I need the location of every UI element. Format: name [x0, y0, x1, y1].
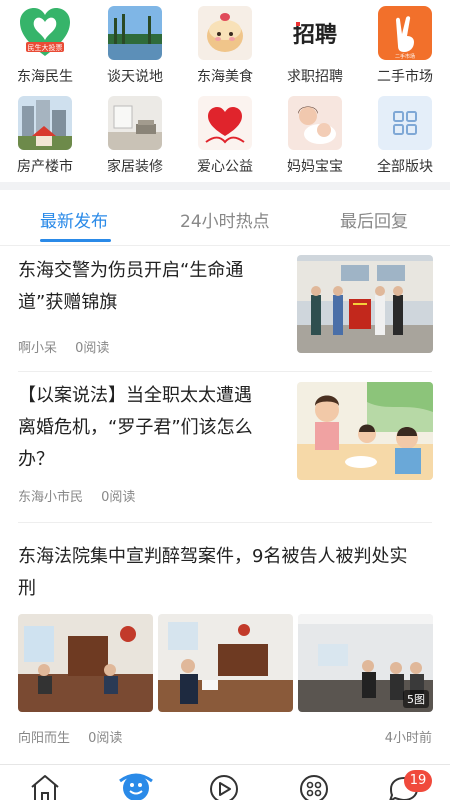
image-count-badge: 5图: [403, 690, 429, 708]
post-thumbnail: [297, 382, 433, 480]
category-grid: 民生大投票 东海民生 谈天说地 东海美食 招聘 求职招聘 二手市场 二手市场 房…: [0, 0, 450, 182]
post-reads: 0阅读: [75, 341, 110, 356]
tab-24h-hot[interactable]: 24小时热点: [180, 207, 270, 232]
post-author: 啊小呆: [18, 341, 58, 356]
nav-community-button[interactable]: [114, 771, 158, 800]
heart-charity-icon: [198, 96, 252, 150]
post-meta: 东海小市民 0阅读: [18, 486, 149, 505]
cake-photo-icon: [198, 6, 252, 60]
category-mama[interactable]: 妈妈宝宝: [270, 92, 360, 178]
nav-home-button[interactable]: [23, 771, 67, 800]
community-icon: [119, 773, 153, 800]
category-label: 房产楼市: [17, 159, 73, 175]
post-image: [18, 614, 153, 712]
post-image: [158, 614, 293, 712]
svg-text:二手市场: 二手市场: [395, 53, 415, 60]
category-label: 二手市场: [377, 69, 433, 85]
post-meta: 啊小呆 0阅读: [18, 337, 123, 356]
post-title: 【以案说法】当全职太太遭遇 离婚危机，“罗子君”们该怎么 办？: [18, 385, 253, 470]
video-icon: [210, 775, 238, 800]
svg-text:民生大投票: 民生大投票: [28, 43, 63, 52]
category-jiaju[interactable]: 家居装修: [90, 92, 180, 178]
post-reads: 0阅读: [101, 490, 136, 505]
tab-last-reply[interactable]: 最后回复: [340, 207, 408, 232]
bottom-nav: [0, 764, 450, 800]
category-label: 家居装修: [107, 159, 163, 175]
tab-latest[interactable]: 最新发布: [40, 207, 108, 232]
apps-icon: [300, 775, 328, 800]
category-label: 东海民生: [17, 69, 73, 85]
post-title: 东海交警为伤员开启“生命通 道”获赠锦旗: [18, 260, 244, 313]
category-label: 全部版块: [377, 159, 433, 175]
post-image: 5图: [298, 614, 433, 712]
category-gongyi[interactable]: 爱心公益: [180, 92, 270, 178]
post-time: 4小时前: [384, 731, 432, 746]
message-count-badge: 19: [404, 770, 432, 792]
category-label: 求职招聘: [287, 69, 343, 85]
category-ershou[interactable]: 二手市场 二手市场: [360, 2, 450, 88]
post-item[interactable]: 东海交警为伤员开启“生命通 道”获赠锦旗 啊小呆 0阅读: [0, 247, 450, 371]
category-meishi[interactable]: 东海美食: [180, 2, 270, 88]
nav-apps-button[interactable]: [292, 771, 336, 800]
home-icon: [31, 775, 59, 800]
post-author: 向阳而生: [18, 731, 71, 746]
recruit-text-icon: 招聘: [288, 6, 342, 60]
category-minsheng[interactable]: 民生大投票 东海民生: [0, 2, 90, 88]
grid-all-icon: [378, 96, 432, 150]
post-thumbnail: [297, 255, 433, 353]
post-title: 东海法院集中宣判醉驾案件，9名被告人被判处实 刑: [18, 546, 408, 599]
category-label: 爱心公益: [197, 159, 253, 175]
category-all[interactable]: 全部版块: [360, 92, 450, 178]
category-tiandi[interactable]: 谈天说地: [90, 2, 180, 88]
landscape-photo-icon: [108, 6, 162, 60]
nav-video-button[interactable]: [202, 771, 246, 800]
category-fangchan[interactable]: 房产楼市: [0, 92, 90, 178]
feed-tabs: 最新发布 24小时热点 最后回复: [0, 190, 450, 246]
interior-photo-icon: [108, 96, 162, 150]
victory-hand-icon: 二手市场: [378, 6, 432, 60]
category-zhaopin[interactable]: 招聘 求职招聘: [270, 2, 360, 88]
minsheng-logo-icon: 民生大投票: [18, 6, 72, 60]
post-author: 东海小市民: [18, 490, 84, 505]
post-item[interactable]: 东海法院集中宣判醉驾案件，9名被告人被判处实 刑 5图 向阳而生 0阅读 4小时…: [0, 523, 450, 763]
category-label: 妈妈宝宝: [287, 159, 343, 175]
category-label: 东海美食: [197, 69, 253, 85]
category-label: 谈天说地: [107, 69, 163, 85]
buildings-photo-icon: [18, 96, 72, 150]
post-item[interactable]: 【以案说法】当全职太太遭遇 离婚危机，“罗子君”们该怎么 办？ 东海小市民 0阅…: [0, 372, 450, 522]
section-separator: [0, 182, 450, 190]
post-meta: 向阳而生 0阅读 4小时前: [18, 727, 432, 746]
tab-active-indicator: [40, 239, 111, 242]
mother-baby-photo-icon: [288, 96, 342, 150]
post-reads: 0阅读: [88, 731, 123, 746]
